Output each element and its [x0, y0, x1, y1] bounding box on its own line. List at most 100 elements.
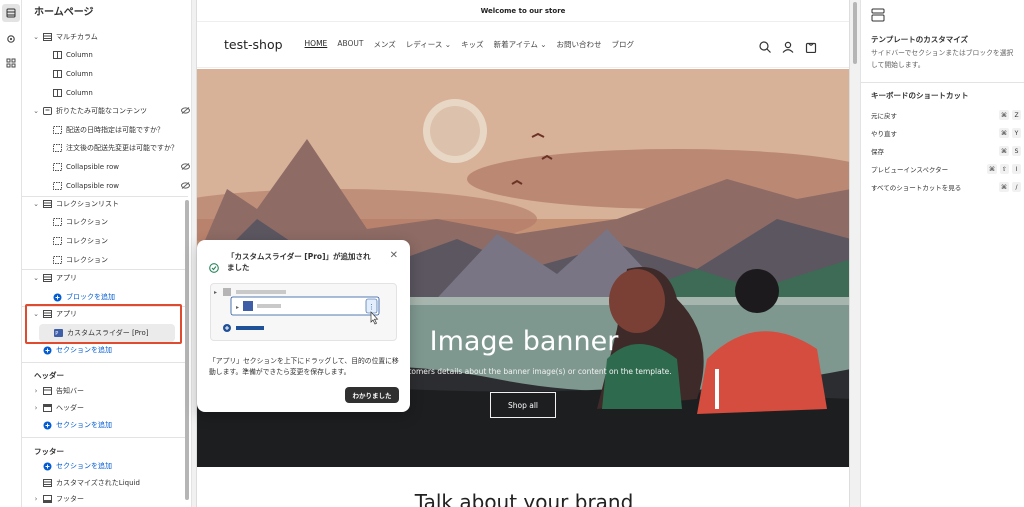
sections-icon[interactable]: [1, 4, 20, 22]
nav-item-ladies[interactable]: レディース ⌄: [406, 39, 451, 50]
collapsible-icon: [42, 107, 52, 116]
section-collection-list[interactable]: ⌄ コレクションリスト: [32, 195, 191, 213]
section-icon: [42, 387, 52, 396]
svg-text:⋮: ⋮: [368, 303, 375, 311]
dashed-block-icon: [52, 256, 62, 265]
section-announcement-bar[interactable]: › 告知バー: [32, 382, 191, 400]
nav-item-blog[interactable]: ブログ: [612, 39, 635, 50]
main-nav: HOME ABOUT メンズ レディース ⌄ キッズ 新着アイテム ⌄ お問い合…: [305, 39, 634, 50]
highlight-box: [25, 304, 182, 344]
app-added-popover: 「カスタムスライダー [Pro]」が追加されました ✕ ▸ ▸ ⋮ 「アプリ」セ…: [197, 240, 410, 412]
sidebar-title: ホームページ: [34, 7, 94, 18]
nav-item-kids[interactable]: キッズ: [461, 39, 484, 50]
add-section-button[interactable]: セクションを追加: [40, 416, 191, 434]
shortcut-undo: 元に戻す ⌘ Z: [871, 106, 1021, 124]
section-multicolumn[interactable]: ⌄ マルチカラム: [32, 28, 191, 46]
template-icon: [871, 7, 885, 26]
block-column[interactable]: Column: [50, 65, 191, 83]
block-column[interactable]: Column: [50, 84, 191, 102]
divider: [22, 362, 188, 363]
block-collapsible-row[interactable]: Collapsible row: [50, 177, 191, 195]
footer-icon: [42, 495, 52, 504]
plus-circle-icon: [52, 293, 62, 302]
add-section-button[interactable]: セクションを追加: [40, 457, 191, 475]
chevron-down-icon[interactable]: ⌄: [32, 274, 40, 282]
dashed-block-icon: [52, 237, 62, 246]
sidebar-scrollbar[interactable]: [185, 200, 189, 500]
plus-circle-icon: [42, 421, 52, 430]
chevron-down-icon: ⌄: [444, 40, 452, 49]
svg-text:▸: ▸: [236, 304, 239, 311]
theme-settings-icon[interactable]: [4, 32, 18, 46]
shortcut-save: 保存 ⌘ S: [871, 142, 1021, 160]
divider: [861, 82, 1024, 83]
dashed-block-icon: [52, 144, 62, 153]
plus-circle-icon: [42, 462, 52, 471]
block-collapsible-row[interactable]: 配送の日時指定は可能ですか？: [50, 121, 191, 139]
section-icon: [42, 33, 52, 42]
chevron-right-icon[interactable]: ›: [32, 404, 40, 412]
chevron-right-icon[interactable]: ›: [32, 495, 40, 503]
section-icon: [42, 274, 52, 283]
icon-rail: [0, 0, 22, 507]
block-column[interactable]: Column: [50, 46, 191, 64]
column-icon: [52, 51, 62, 60]
theme-editor: ホームページ ⌄ マルチカラム Column Column Column ⌄ 折…: [0, 0, 1024, 507]
section-header[interactable]: › ヘッダー: [32, 399, 191, 417]
shortcuts-title: キーボードのショートカット: [871, 91, 969, 100]
block-collection[interactable]: コレクション: [50, 213, 191, 231]
section-sidebar: ホームページ ⌄ マルチカラム Column Column Column ⌄ 折…: [22, 0, 192, 507]
section-icon: [42, 200, 52, 209]
nav-item-mens[interactable]: メンズ: [373, 39, 395, 50]
preview-scroll-thumb[interactable]: [853, 2, 857, 64]
shortcut-see-all: すべてのショートカットを見る ⌘ /: [871, 178, 1021, 196]
column-icon: [52, 70, 62, 79]
dashed-block-icon: [52, 218, 62, 227]
got-it-button[interactable]: わかりました: [345, 387, 399, 403]
dashed-block-icon: [52, 126, 62, 135]
announcement-bar: Welcome to our store: [197, 0, 849, 22]
nav-item-new[interactable]: 新着アイテム ⌄: [494, 39, 547, 50]
store-header: test-shop HOME ABOUT メンズ レディース ⌄ キッズ 新着ア…: [197, 22, 849, 68]
close-icon[interactable]: ✕: [390, 250, 398, 261]
header-icon: [42, 404, 52, 413]
eye-hidden-icon[interactable]: [181, 107, 190, 116]
panel-title: テンプレートのカスタマイズ: [871, 35, 969, 44]
cart-icon[interactable]: [805, 38, 817, 57]
dashed-block-icon: [52, 182, 62, 191]
nav-item-contact[interactable]: お問い合わせ: [557, 39, 602, 50]
block-collapsible-row[interactable]: 注文後の配送先変更は可能ですか？: [50, 139, 191, 157]
nav-item-home[interactable]: HOME: [305, 39, 328, 50]
block-collection[interactable]: コレクション: [50, 251, 191, 269]
chevron-down-icon[interactable]: ⌄: [32, 33, 40, 41]
chevron-down-icon: ⌄: [540, 40, 547, 49]
header-group-title: ヘッダー: [34, 371, 64, 380]
header-icons: [759, 38, 817, 57]
shortcut-redo: やり直す ⌘ Y: [871, 124, 1021, 142]
chevron-down-icon[interactable]: ⌄: [32, 107, 40, 115]
search-icon[interactable]: [759, 38, 771, 57]
block-collection[interactable]: コレクション: [50, 232, 191, 250]
footer-group-title: フッター: [34, 447, 64, 456]
section-collapsible-content[interactable]: ⌄ 折りたたみ可能なコンテンツ: [32, 102, 191, 120]
drag-instruction-illustration: ▸ ▸ ⋮: [210, 283, 397, 341]
eye-hidden-icon[interactable]: [181, 163, 190, 172]
account-icon[interactable]: [782, 38, 794, 57]
info-panel: テンプレートのカスタマイズ サイドバーでセクションまたはブロックを選択して開始し…: [860, 0, 1024, 507]
brand-heading: Talk about your brand: [414, 490, 634, 507]
eye-hidden-icon[interactable]: [181, 182, 190, 191]
check-circle-icon: [209, 258, 219, 277]
svg-text:▸: ▸: [214, 289, 217, 296]
section-footer[interactable]: › フッター: [32, 490, 191, 507]
apps-icon[interactable]: [4, 56, 18, 70]
nav-item-about[interactable]: ABOUT: [337, 39, 363, 50]
chevron-down-icon[interactable]: ⌄: [32, 200, 40, 208]
section-app[interactable]: ⌄ アプリ: [32, 269, 191, 287]
block-collapsible-row[interactable]: Collapsible row: [50, 158, 191, 176]
preview-scrollbar[interactable]: [851, 0, 859, 507]
chevron-right-icon[interactable]: ›: [32, 387, 40, 395]
popover-body: 「アプリ」セクションを上下にドラッグして、目的の位置に移動します。準備ができたら…: [209, 357, 399, 376]
store-logo[interactable]: test-shop: [224, 37, 283, 52]
shop-all-button[interactable]: Shop all: [490, 392, 556, 418]
plus-circle-icon: [42, 346, 52, 355]
